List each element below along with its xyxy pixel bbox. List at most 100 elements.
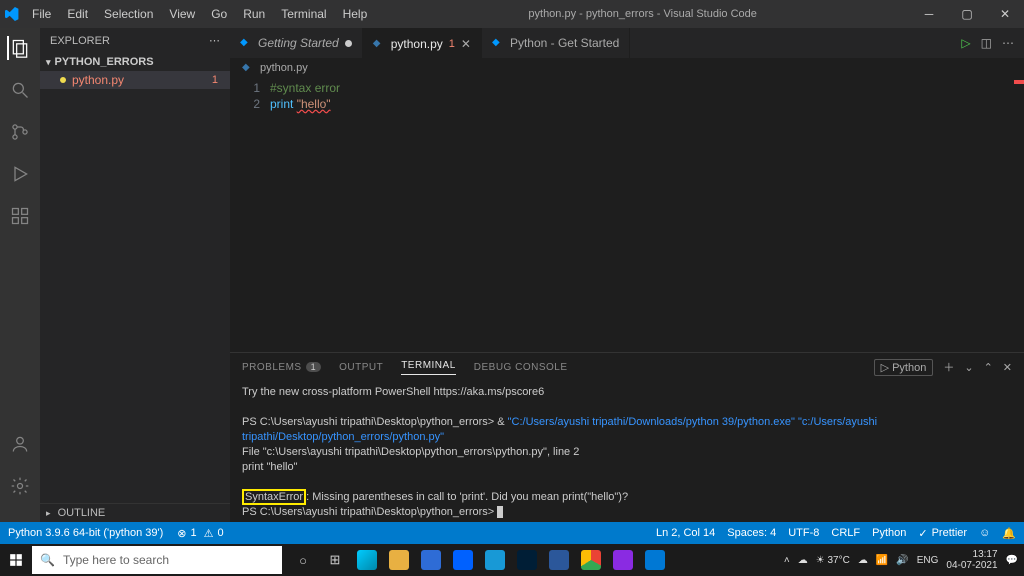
- tab-label: Getting Started: [258, 36, 339, 50]
- app-dropbox[interactable]: [448, 546, 478, 574]
- minimize-button[interactable]: ─: [910, 0, 948, 28]
- tray-cloud-icon[interactable]: ☁: [798, 555, 808, 566]
- menu-edit[interactable]: Edit: [59, 0, 96, 28]
- panel-tab-output[interactable]: OUTPUT: [339, 362, 383, 373]
- vscode-icon: [240, 37, 252, 49]
- app-edge[interactable]: [352, 546, 382, 574]
- menu-help[interactable]: Help: [335, 0, 376, 28]
- breadcrumb[interactable]: python.py: [230, 58, 1024, 78]
- editor-tabs: Getting Started python.py 1 ✕ Python - G…: [230, 28, 1024, 58]
- status-encoding[interactable]: UTF-8: [788, 527, 819, 539]
- tray-network-icon[interactable]: 📶: [876, 555, 888, 566]
- file-error-count: 1: [212, 74, 224, 86]
- explorer-sidebar: EXPLORER ⋯ ▾ PYTHON_ERRORS python.py 1 ▸…: [40, 28, 230, 522]
- search-placeholder: Type here to search: [63, 553, 169, 567]
- app-photoshop[interactable]: [512, 546, 542, 574]
- menu-selection[interactable]: Selection: [96, 0, 161, 28]
- maximize-panel-icon[interactable]: ⌃: [984, 361, 993, 374]
- status-language[interactable]: Python: [872, 527, 906, 539]
- breadcrumb-file: python.py: [260, 62, 308, 74]
- tray-language[interactable]: ENG: [917, 555, 939, 566]
- menu-terminal[interactable]: Terminal: [273, 0, 334, 28]
- panel-tab-problems[interactable]: PROBLEMS1: [242, 362, 321, 373]
- search-icon[interactable]: [8, 78, 32, 102]
- editor-group: Getting Started python.py 1 ✕ Python - G…: [230, 28, 1024, 522]
- terminal-shell-selector[interactable]: ▷ Python: [874, 359, 934, 376]
- app-generic[interactable]: [608, 546, 638, 574]
- windows-taskbar: 🔍 Type here to search ○ ⊞ ˄ ☁ ☀ 37°C ☁ 📶…: [0, 544, 1024, 576]
- app-explorer[interactable]: [384, 546, 414, 574]
- minimap-error-marker[interactable]: [1014, 80, 1024, 84]
- status-formatter[interactable]: ✓ Prettier: [918, 527, 967, 540]
- panel-tab-debug[interactable]: DEBUG CONSOLE: [474, 362, 568, 373]
- close-button[interactable]: ✕: [986, 0, 1024, 28]
- app-word[interactable]: [544, 546, 574, 574]
- tab-python-py[interactable]: python.py 1 ✕: [363, 28, 482, 58]
- tab-getting-started[interactable]: Getting Started: [230, 28, 363, 58]
- split-editor-icon[interactable]: ◫: [981, 36, 992, 50]
- tray-notifications-icon[interactable]: 💬: [1006, 555, 1018, 566]
- explorer-more-icon[interactable]: ⋯: [209, 34, 220, 47]
- more-actions-icon[interactable]: ⋯: [1002, 36, 1014, 50]
- tab-python-get-started[interactable]: Python - Get Started: [482, 28, 630, 58]
- tab-label: Python - Get Started: [510, 36, 619, 50]
- python-icon: [242, 62, 254, 74]
- run-debug-icon[interactable]: [8, 162, 32, 186]
- tab-close-icon[interactable]: ✕: [461, 37, 471, 51]
- explorer-icon[interactable]: [7, 36, 31, 60]
- maximize-button[interactable]: ▢: [948, 0, 986, 28]
- start-button[interactable]: [0, 553, 32, 567]
- search-icon: 🔍: [40, 553, 55, 567]
- close-panel-icon[interactable]: ✕: [1003, 361, 1012, 374]
- menu-run[interactable]: Run: [235, 0, 273, 28]
- window-title: python.py - python_errors - Visual Studi…: [375, 8, 910, 20]
- status-problems[interactable]: ⊗ 1 ⚠ 0: [177, 527, 223, 540]
- tray-expand-icon[interactable]: ˄: [784, 555, 790, 566]
- file-name: python.py: [72, 73, 124, 87]
- status-feedback-icon[interactable]: ☺: [979, 527, 990, 539]
- status-eol[interactable]: CRLF: [831, 527, 860, 539]
- status-python-env[interactable]: Python 3.9.6 64-bit ('python 39'): [8, 527, 163, 539]
- app-mail[interactable]: [416, 546, 446, 574]
- tray-weather[interactable]: ☀ 37°C: [816, 555, 850, 566]
- title-bar: File Edit Selection View Go Run Terminal…: [0, 0, 1024, 28]
- status-bell-icon[interactable]: 🔔: [1002, 527, 1016, 540]
- tray-onedrive-icon[interactable]: ☁: [858, 555, 868, 566]
- account-icon[interactable]: [8, 432, 32, 456]
- status-indent[interactable]: Spaces: 4: [727, 527, 776, 539]
- menu-go[interactable]: Go: [203, 0, 235, 28]
- chevron-down-icon[interactable]: ⌄: [964, 361, 973, 374]
- modified-dot-icon: [345, 40, 352, 47]
- new-terminal-icon[interactable]: ＋: [943, 359, 954, 375]
- code-editor[interactable]: 1 2 #syntax errorprint "hello": [230, 78, 1024, 352]
- code-content[interactable]: #syntax errorprint "hello": [270, 78, 340, 352]
- menu-bar: File Edit Selection View Go Run Terminal…: [24, 0, 375, 28]
- outline-label: OUTLINE: [58, 507, 106, 519]
- app-store[interactable]: [480, 546, 510, 574]
- tray-volume-icon[interactable]: 🔊: [896, 555, 908, 566]
- app-vscode[interactable]: [640, 546, 670, 574]
- run-file-icon[interactable]: ▷: [961, 36, 970, 50]
- cortana-icon[interactable]: ○: [288, 546, 318, 574]
- menu-view[interactable]: View: [161, 0, 203, 28]
- source-control-icon[interactable]: [8, 120, 32, 144]
- system-tray: ˄ ☁ ☀ 37°C ☁ 📶 🔊 ENG 13:1704-07-2021 💬: [784, 549, 1024, 571]
- panel-tab-terminal[interactable]: TERMINAL: [401, 360, 456, 375]
- file-item-python[interactable]: python.py 1: [40, 71, 230, 89]
- tray-clock[interactable]: 13:1704-07-2021: [946, 549, 997, 571]
- vscode-logo-icon: [0, 7, 24, 21]
- python-file-icon: [60, 77, 66, 83]
- app-chrome[interactable]: [576, 546, 606, 574]
- menu-file[interactable]: File: [24, 0, 59, 28]
- taskbar-search[interactable]: 🔍 Type here to search: [32, 546, 282, 574]
- settings-gear-icon[interactable]: [8, 474, 32, 498]
- status-cursor-pos[interactable]: Ln 2, Col 14: [656, 527, 715, 539]
- taskbar-apps: ○ ⊞: [288, 546, 670, 574]
- task-view-icon[interactable]: ⊞: [320, 546, 350, 574]
- status-bar: Python 3.9.6 64-bit ('python 39') ⊗ 1 ⚠ …: [0, 522, 1024, 544]
- folder-header[interactable]: ▾ PYTHON_ERRORS: [40, 53, 230, 71]
- extensions-icon[interactable]: [8, 204, 32, 228]
- terminal-output[interactable]: Try the new cross-platform PowerShell ht…: [230, 381, 1024, 522]
- outline-section[interactable]: ▸ OUTLINE: [40, 503, 230, 522]
- chevron-right-icon: ▸: [46, 508, 51, 518]
